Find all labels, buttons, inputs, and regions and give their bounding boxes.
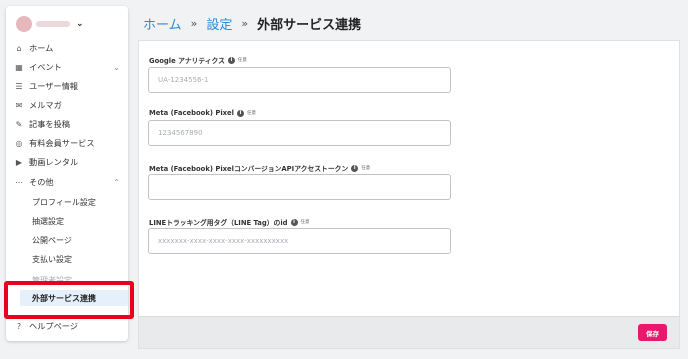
account-switcher[interactable]: ⌄ [16,16,84,32]
form-footer: 保存 [139,316,679,348]
field-label-text: Meta (Facebook) Pixel [149,109,234,117]
sidebar-item-mailmag[interactable]: ✉ メルマガ [14,97,124,113]
line-tag-id-input[interactable] [148,228,451,254]
calendar-icon: ▦ [15,62,23,72]
sidebar-item-label: メルマガ [29,100,62,110]
sidebar-item-home[interactable]: ⌂ ホーム [14,40,124,56]
sidebar-item-label: ユーザー情報 [29,81,78,91]
optional-badge: 任意 [246,111,256,116]
meta-capi-token-input[interactable] [148,174,451,200]
sidebar-item-video-rental[interactable]: ▶ 動画レンタル [14,154,124,170]
chevron-up-icon: ⌃ [113,177,120,187]
sidebar-item-label: その他 [29,177,54,187]
sidebar-item-label: ヘルプページ [29,321,78,331]
field-label-text: Meta (Facebook) PixelコンバージョンAPIアクセストークン [149,165,349,173]
info-icon[interactable]: i [351,164,359,172]
optional-badge: 任意 [300,220,310,225]
avatar [16,16,32,32]
sidebar-item-other[interactable]: ⋯ その他 ⌃ [14,174,124,190]
optional-badge: 任意 [361,166,371,171]
help-icon: ? [16,321,22,331]
google-analytics-input[interactable] [148,67,451,93]
field-label-line-tag: LINEトラッキング用タグ（LINE Tag）のid i 任意 [149,217,310,227]
info-icon[interactable]: i [236,109,244,117]
meta-pixel-input[interactable] [148,120,451,146]
sidebar-item-post[interactable]: ✎ 記事を投稿 [14,116,124,132]
field-label-text: Google アナリティクス [149,57,225,65]
user-list-icon: ☰ [15,81,23,91]
breadcrumb-settings-link[interactable]: 設定 [206,14,232,33]
breadcrumb: ホーム » 設定 » 外部サービス連携 [143,14,361,33]
post-icon: ✎ [15,119,23,129]
optional-badge: 任意 [237,58,247,63]
sidebar-item-label: 有料会員サービス [29,138,95,148]
video-icon: ▶ [15,157,23,167]
sidebar-subitem-public-page[interactable]: 公開ページ [32,232,72,248]
info-icon[interactable]: i [227,56,235,64]
field-label-meta-capi-token: Meta (Facebook) PixelコンバージョンAPIアクセストークン … [149,163,370,173]
sidebar-item-label: ホーム [29,43,54,53]
field-label-meta-pixel: Meta (Facebook) Pixel i 任意 [149,109,256,117]
breadcrumb-home-link[interactable]: ホーム [143,14,182,33]
chevron-down-icon: ⌄ [113,62,120,72]
account-name-blurred [36,21,70,27]
chevron-down-icon: ⌄ [76,19,84,29]
breadcrumb-separator: » [241,17,249,30]
sidebar-item-paid-member[interactable]: ◎ 有料会員サービス [14,135,124,151]
sidebar-item-users[interactable]: ☰ ユーザー情報 [14,78,124,94]
sidebar-item-event[interactable]: ▦ イベント ⌄ [14,59,124,75]
sidebar-item-help[interactable]: ? ヘルプページ [14,318,124,334]
field-label-google-analytics: Google アナリティクス i 任意 [149,55,247,65]
sidebar-item-label: 動画レンタル [29,157,79,167]
field-label-text: LINEトラッキング用タグ（LINE Tag）のid [149,219,288,227]
settings-form-card: Google アナリティクス i 任意 Meta (Facebook) Pixe… [138,40,680,349]
sidebar-subitem-profile[interactable]: プロフィール設定 [32,194,96,210]
sidebar-subitem-payment[interactable]: 支払い設定 [32,251,72,267]
sidebar-item-label: イベント [29,62,62,72]
page-title: 外部サービス連携 [257,18,362,33]
breadcrumb-separator: » [190,17,198,30]
paid-member-icon: ◎ [15,138,23,148]
highlight-annotation [4,281,134,319]
mail-icon: ✉ [15,100,23,110]
more-icon: ⋯ [15,177,23,187]
info-icon[interactable]: i [290,218,298,226]
home-icon: ⌂ [16,43,22,53]
sidebar-item-label: 記事を投稿 [29,119,70,129]
save-button[interactable]: 保存 [638,324,667,341]
sidebar-subitem-lottery[interactable]: 抽選設定 [32,213,64,229]
